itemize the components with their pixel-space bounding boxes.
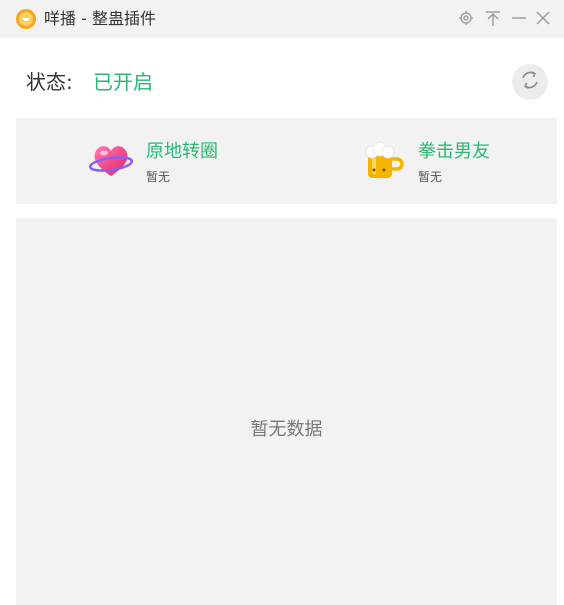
minimize-icon[interactable] [508,7,530,29]
beer-mug-icon [360,140,406,182]
refresh-button[interactable] [512,64,548,100]
app-logo-icon [16,9,36,29]
gift-item[interactable]: 原地转圈 暂无 [88,118,248,204]
gift-status: 暂无 [418,170,443,184]
gift-status: 暂无 [146,170,171,184]
pin-top-icon[interactable] [482,7,504,29]
data-panel: 暂无数据 [16,218,557,605]
gift-name: 拳击男友 [418,141,490,162]
gift-item[interactable]: 拳击男友 暂无 [360,118,520,204]
title-bar: 咩播 - 整蛊插件 [0,0,564,38]
heart-planet-icon [88,140,134,182]
plugin-window: 咩播 - 整蛊插件 状态: 已开启 原地转圈 暂无 拳击男友 暂无 暂无数据 [0,0,564,605]
status-label: 状态: [26,70,73,94]
window-title: 咩播 - 整蛊插件 [44,9,156,28]
gift-panel: 原地转圈 暂无 拳击男友 暂无 [16,118,557,204]
status-value: 已开启 [93,70,153,94]
gear-icon[interactable] [455,7,477,29]
empty-state-text: 暂无数据 [250,419,323,440]
close-icon[interactable] [532,7,554,29]
gift-name: 原地转圈 [146,141,218,162]
refresh-icon [518,68,542,96]
